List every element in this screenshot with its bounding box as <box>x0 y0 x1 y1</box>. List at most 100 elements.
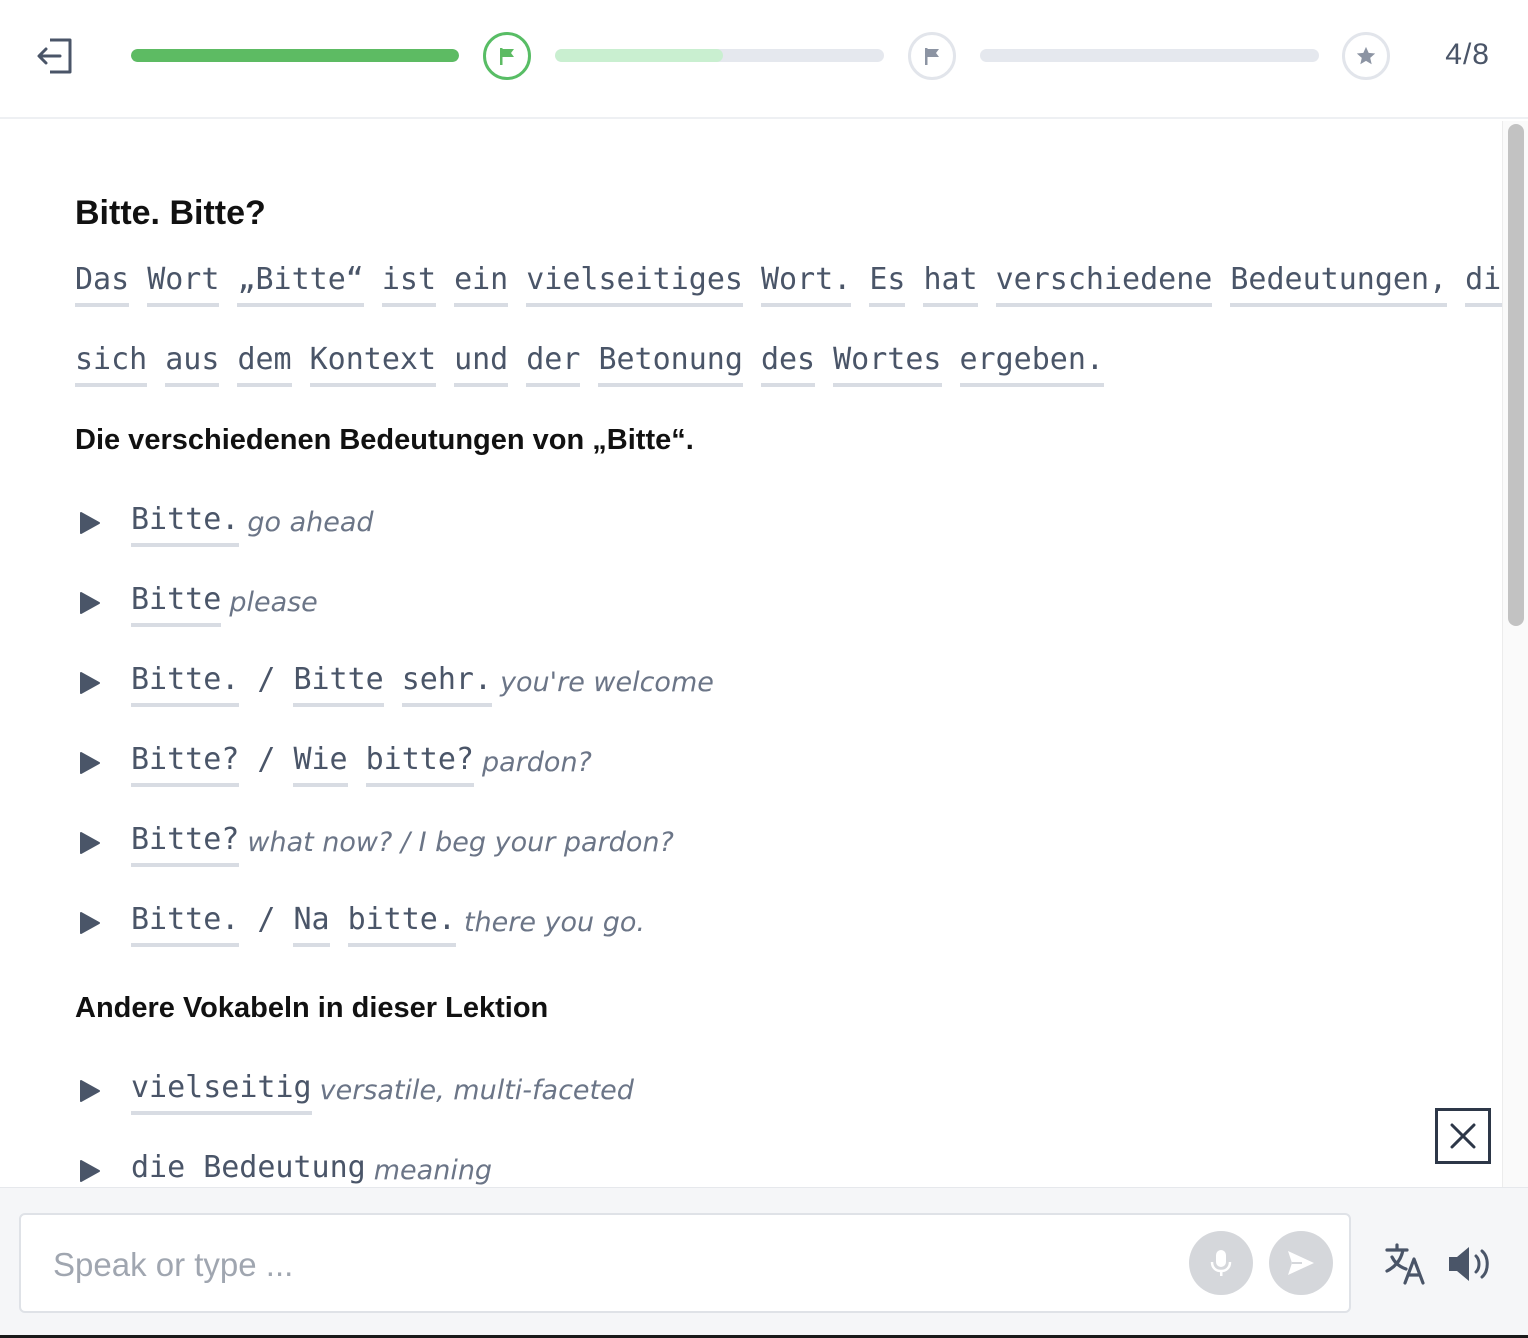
play-audio-button[interactable] <box>75 668 105 698</box>
phrase: Bitte? <box>131 822 240 867</box>
word[interactable]: ein <box>454 262 509 307</box>
phrase: Bitte. / Bitte sehr. <box>131 662 493 707</box>
play-icon <box>80 512 100 534</box>
microphone-icon <box>1210 1250 1232 1276</box>
phrase-item: Bitte. / Bitte sehr. you're welcome <box>75 662 714 707</box>
lesson-title: Bitte. Bitte? <box>75 194 266 232</box>
translation: you're welcome <box>500 667 714 698</box>
phrase-item: Bitte? what now? / I beg your pardon? <box>75 822 674 867</box>
message-input[interactable] <box>53 1241 1173 1289</box>
phrase-item: vielseitig versatile, multi-faceted <box>75 1070 634 1115</box>
word[interactable]: ergeben. <box>959 342 1104 387</box>
send-icon <box>1288 1251 1314 1275</box>
word[interactable]: Bedeutungen, <box>1230 262 1448 307</box>
play-audio-button[interactable] <box>75 748 105 778</box>
lesson-header: 4/8 <box>0 0 1528 119</box>
exit-lesson-button[interactable] <box>34 34 78 78</box>
play-icon <box>80 832 100 854</box>
close-icon <box>1450 1123 1476 1149</box>
word[interactable]: Na <box>293 902 330 947</box>
star-icon <box>1356 46 1376 65</box>
play-icon <box>80 672 100 694</box>
translation: pardon? <box>482 747 592 778</box>
word[interactable]: Wort. <box>761 262 852 307</box>
translation: versatile, multi-faceted <box>319 1075 634 1106</box>
word[interactable]: hat <box>923 262 978 307</box>
word[interactable]: Das <box>75 262 130 307</box>
phrase: vielseitig <box>131 1070 312 1115</box>
microphone-button[interactable] <box>1189 1231 1253 1295</box>
close-button[interactable] <box>1435 1108 1491 1164</box>
phrase: Bitte. / Na bitte. <box>131 902 456 947</box>
word[interactable]: sich <box>75 342 148 387</box>
word[interactable]: Betonung <box>598 342 743 387</box>
word[interactable]: des <box>760 342 816 387</box>
separator: / <box>257 662 276 697</box>
word[interactable]: Bitte <box>131 582 222 627</box>
word[interactable]: Wie <box>293 742 348 787</box>
vocab-heading: Andere Vokabeln in dieser Lektion <box>75 992 549 1024</box>
word[interactable]: „Bitte“ <box>237 262 364 307</box>
flag-icon <box>925 48 939 65</box>
word[interactable]: vielseitig <box>131 1070 312 1115</box>
word[interactable]: Bitte? <box>131 822 240 867</box>
scrollbar-thumb[interactable] <box>1508 124 1524 626</box>
word[interactable]: die <box>1465 262 1502 307</box>
word[interactable]: die <box>131 1150 185 1187</box>
word[interactable]: ist <box>381 262 437 307</box>
word[interactable]: verschiedene <box>995 262 1213 307</box>
phrase: Bitte <box>131 582 222 627</box>
paragraph-line-2: sich aus dem Kontext und der Betonung des Wortes… <box>75 342 1104 387</box>
play-icon <box>80 592 100 614</box>
play-audio-button[interactable] <box>75 588 105 618</box>
word[interactable]: Bitte? <box>131 742 240 787</box>
word[interactable]: bitte. <box>347 902 456 947</box>
translate-icon <box>1385 1243 1425 1285</box>
phrase: die Bedeutung <box>131 1150 366 1187</box>
word[interactable]: Bitte. <box>131 502 240 547</box>
word[interactable]: Bitte. <box>131 902 240 947</box>
exit-icon <box>37 38 72 74</box>
play-audio-button[interactable] <box>75 1076 105 1106</box>
progress-bar-3 <box>980 49 1319 62</box>
word[interactable]: Kontext <box>309 342 437 387</box>
word[interactable]: Bedeutung <box>203 1150 366 1187</box>
speaker-icon <box>1449 1247 1489 1281</box>
word[interactable]: bitte? <box>365 742 474 787</box>
progress-bar-2 <box>555 49 884 62</box>
word[interactable]: Bitte <box>293 662 384 707</box>
message-box <box>19 1213 1351 1313</box>
word[interactable]: aus <box>165 342 220 387</box>
translation: please <box>229 587 318 618</box>
meanings-heading: Die verschiedenen Bedeutungen von „Bitte… <box>75 424 694 456</box>
lesson-content: Bitte. Bitte? Das Wort „Bitte“ ist ein vielse… <box>0 121 1502 1187</box>
play-audio-button[interactable] <box>75 828 105 858</box>
translation: what now? / I beg your pardon? <box>247 827 674 858</box>
word[interactable]: Wort <box>147 262 220 307</box>
play-icon <box>80 752 100 774</box>
word[interactable]: der <box>526 342 581 387</box>
translation: meaning <box>373 1155 493 1186</box>
word[interactable]: dem <box>237 342 292 387</box>
play-audio-button[interactable] <box>75 908 105 938</box>
phrase-item: die Bedeutung meaning <box>75 1150 492 1187</box>
play-icon <box>80 1080 100 1102</box>
input-bar <box>0 1187 1528 1338</box>
play-audio-button[interactable] <box>75 1156 105 1186</box>
word[interactable]: Wortes <box>833 342 942 387</box>
play-audio-button[interactable] <box>75 508 105 538</box>
word[interactable]: und <box>454 342 509 387</box>
phrase-item: Bitte please <box>75 582 318 627</box>
translation: go ahead <box>247 507 374 538</box>
milestone-1 <box>483 32 531 80</box>
flag-icon <box>500 48 514 65</box>
translate-button[interactable] <box>1382 1240 1430 1288</box>
word[interactable]: Bitte. <box>131 662 240 707</box>
word[interactable]: Es <box>869 262 906 307</box>
separator: / <box>257 742 276 777</box>
paragraph-line-1: Das Wort „Bitte“ ist ein vielseitiges Wort. Es h… <box>75 262 1502 307</box>
word[interactable]: vielseitiges <box>526 262 743 307</box>
sound-button[interactable] <box>1446 1240 1494 1288</box>
send-button[interactable] <box>1269 1231 1333 1295</box>
word[interactable]: sehr. <box>401 662 493 707</box>
